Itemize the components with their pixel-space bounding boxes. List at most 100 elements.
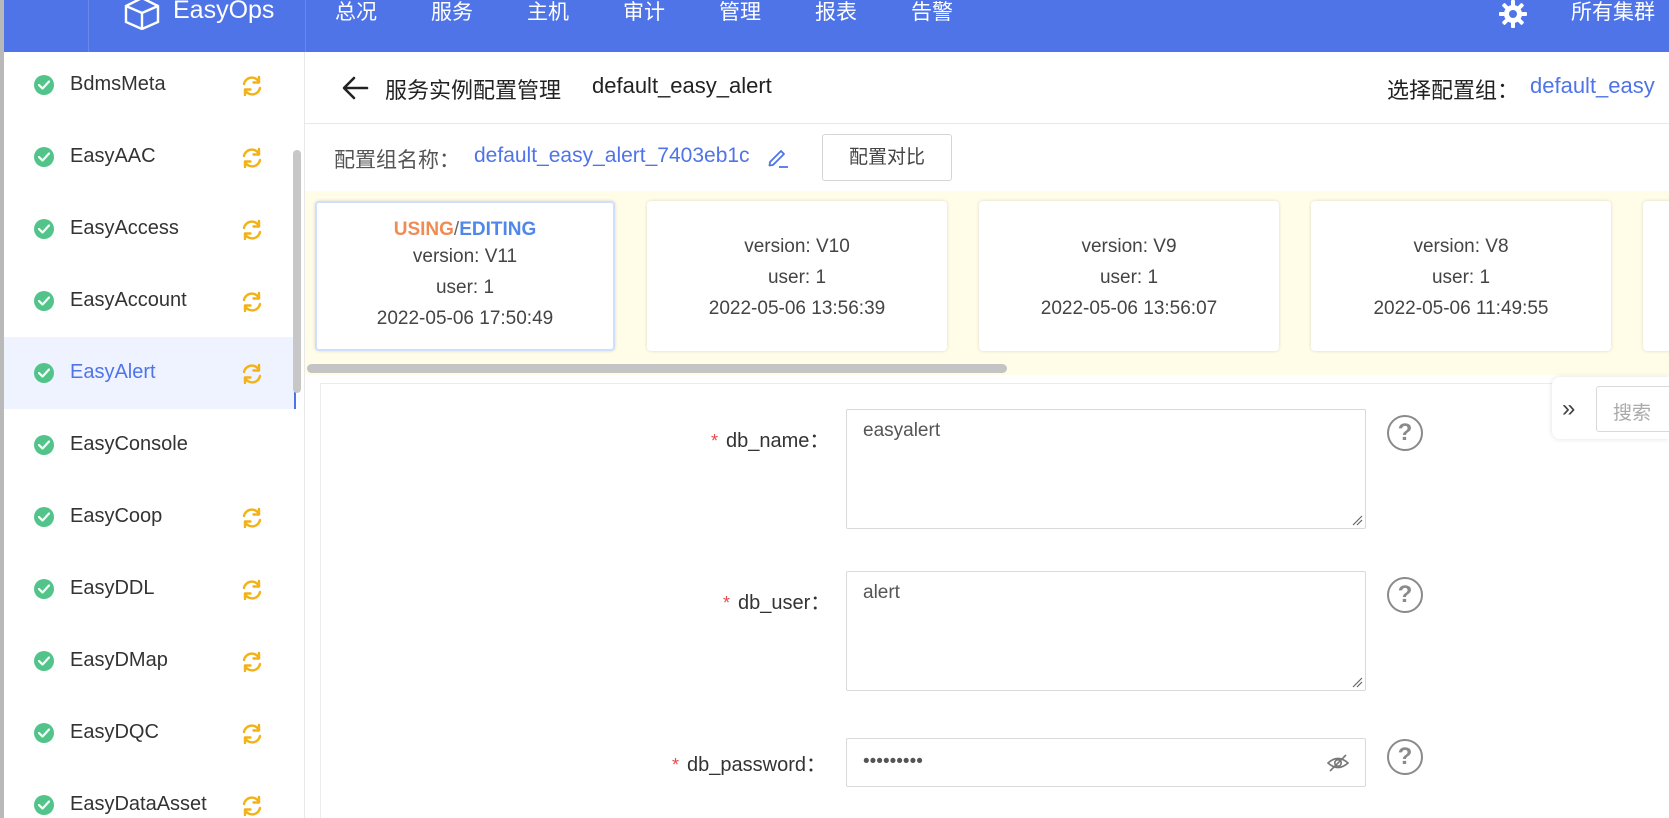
status-using: USING — [393, 219, 454, 240]
version-number: version: V11 — [412, 246, 518, 267]
sidebar-item[interactable]: EasyDQC — [4, 697, 296, 769]
config-compare-button[interactable]: 配置对比 — [822, 134, 952, 181]
sidebar-item[interactable]: EasyConsole — [4, 409, 296, 481]
sync-icon[interactable] — [240, 362, 264, 386]
nav-item-audit[interactable]: 审计 — [623, 0, 665, 26]
version-time: 2022-05-06 13:56:07 — [1040, 298, 1218, 319]
brand[interactable]: EasyOps — [88, 0, 306, 52]
status-ok-icon — [34, 363, 54, 383]
version-user: user: 1 — [767, 267, 827, 288]
nav-item-manage[interactable]: 管理 — [719, 0, 761, 26]
version-user: user: 1 — [1431, 267, 1491, 288]
status-ok-icon — [34, 75, 54, 95]
version-card-partial[interactable] — [1643, 201, 1669, 351]
sidebar-item-label: EasyAccess — [70, 217, 179, 239]
nav-item-hosts[interactable]: 主机 — [527, 0, 569, 26]
version-strip-scrollbar[interactable] — [307, 364, 1007, 373]
version-card[interactable]: version: V9 user: 1 2022-05-06 13:56:07 — [979, 201, 1279, 351]
sidebar-item-label: EasyAlert — [70, 361, 156, 383]
version-number: version: V9 — [1081, 236, 1177, 257]
sync-icon[interactable] — [240, 218, 264, 242]
db-password-field[interactable]: ••••••••• — [846, 738, 1366, 787]
sync-icon[interactable] — [240, 290, 264, 314]
version-user: user: 1 — [435, 277, 495, 298]
status-ok-icon — [34, 723, 54, 743]
expand-chevron-icon[interactable]: » — [1562, 395, 1575, 423]
sync-icon[interactable] — [240, 650, 264, 674]
version-time: 2022-05-06 13:56:39 — [708, 298, 886, 319]
help-icon[interactable]: ? — [1387, 577, 1423, 613]
service-instance-name: default_easy_alert — [592, 73, 772, 98]
sync-icon[interactable] — [240, 722, 264, 746]
sync-icon[interactable] — [240, 506, 264, 530]
status-editing: EDITING — [459, 219, 537, 240]
sidebar-item-label: EasyDQC — [70, 721, 159, 743]
sidebar-item-label: EasyDMap — [70, 649, 168, 671]
nav-item-services[interactable]: 服务 — [431, 0, 473, 26]
version-user: user: 1 — [1099, 267, 1159, 288]
status-ok-icon — [34, 579, 54, 599]
help-icon[interactable]: ? — [1387, 415, 1423, 451]
version-card[interactable]: version: V10 user: 1 2022-05-06 13:56:39 — [647, 201, 947, 351]
status-ok-icon — [34, 147, 54, 167]
sidebar-item[interactable]: BdmsMeta — [4, 52, 296, 121]
main-menu: 总况 服务 主机 审计 管理 报表 告警 — [335, 0, 1007, 26]
sidebar-item-label: BdmsMeta — [70, 73, 166, 95]
sidebar-item[interactable]: EasyAccount — [4, 265, 296, 337]
status-ok-icon — [34, 651, 54, 671]
nav-item-reports[interactable]: 报表 — [815, 0, 857, 26]
status-ok-icon — [34, 219, 54, 239]
back-arrow-icon[interactable] — [341, 74, 369, 102]
top-nav: EasyOps 总况 服务 主机 审计 管理 报表 告警 所有集群 — [0, 0, 1669, 818]
sidebar-item[interactable]: EasyCoop — [4, 481, 296, 553]
version-card[interactable]: version: V8 user: 1 2022-05-06 11:49:55 — [1311, 201, 1611, 351]
sidebar-item-label: EasyDDL — [70, 577, 155, 599]
sidebar-item[interactable]: EasyAlert — [4, 337, 296, 409]
required-mark: * — [723, 593, 731, 613]
status-ok-icon — [34, 507, 54, 527]
status-ok-icon — [34, 795, 54, 815]
nav-item-alerts[interactable]: 告警 — [911, 0, 953, 26]
status-ok-icon — [34, 435, 54, 455]
sidebar-item[interactable]: EasyAccess — [4, 193, 296, 265]
db-name-label: * db_name： — [711, 430, 830, 452]
sidebar-scrollbar[interactable] — [293, 150, 301, 393]
config-group-name-label: 配置组名称： — [334, 149, 460, 172]
nav-item-overview[interactable]: 总况 — [335, 0, 377, 26]
config-group-select[interactable]: default_easy — [1530, 73, 1655, 99]
version-number: version: V8 — [1413, 236, 1509, 257]
page-title: 服务实例配置管理 — [385, 78, 562, 103]
db-user-value: alert — [863, 582, 900, 603]
resize-grip-icon[interactable] — [1351, 676, 1363, 688]
sidebar-item[interactable]: EasyDataAsset — [4, 769, 296, 818]
sync-icon[interactable] — [240, 794, 264, 818]
version-time: 2022-05-06 11:49:55 — [1373, 298, 1549, 319]
config-group-select-label: 选择配置组： — [1387, 78, 1520, 103]
cube-logo-icon — [124, 0, 160, 30]
page-header: 服务实例配置管理 default_easy_alert 选择配置组： defau… — [305, 52, 1669, 124]
version-history-strip: USING/EDITING version: V11 user: 1 2022-… — [305, 191, 1669, 375]
version-time: 2022-05-06 17:50:49 — [376, 308, 554, 329]
gear-icon[interactable] — [1499, 0, 1527, 28]
sync-icon[interactable] — [240, 146, 264, 170]
db-name-field[interactable]: easyalert — [846, 409, 1366, 529]
sidebar-item[interactable]: EasyDMap — [4, 625, 296, 697]
sidebar-item-label: EasyAAC — [70, 145, 156, 167]
search-input[interactable]: 搜索 — [1596, 386, 1669, 432]
status-ok-icon — [34, 291, 54, 311]
required-mark: * — [711, 431, 719, 451]
help-icon[interactable]: ? — [1387, 739, 1423, 775]
sidebar-item-label: EasyCoop — [70, 505, 163, 527]
version-card-current[interactable]: USING/EDITING version: V11 user: 1 2022-… — [315, 201, 615, 351]
sidebar-item[interactable]: EasyDDL — [4, 553, 296, 625]
resize-grip-icon[interactable] — [1351, 514, 1363, 526]
app-root: EasyOps 总况 服务 主机 审计 管理 报表 告警 所有集群 BdmsMe… — [0, 0, 1669, 818]
sync-icon[interactable] — [240, 578, 264, 602]
cluster-selector[interactable]: 所有集群 — [1571, 0, 1655, 26]
sync-icon[interactable] — [240, 74, 264, 98]
eye-hidden-icon[interactable] — [1327, 753, 1349, 773]
sidebar-item[interactable]: EasyAAC — [4, 121, 296, 193]
edit-pencil-icon[interactable] — [767, 146, 789, 168]
version-status: USING/EDITING — [317, 219, 613, 241]
db-user-field[interactable]: alert — [846, 571, 1366, 691]
